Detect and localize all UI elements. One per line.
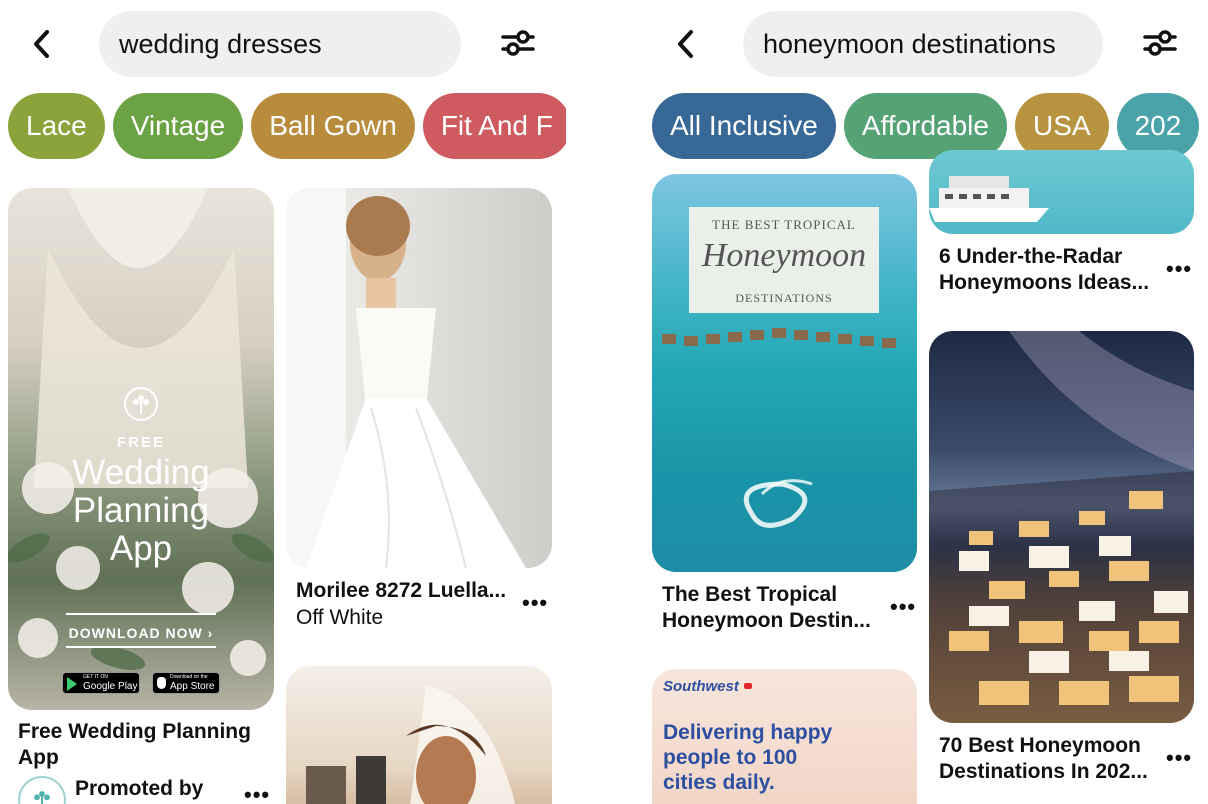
dress-photo bbox=[286, 188, 526, 568]
ad-free-label: FREE bbox=[116, 434, 165, 451]
honeymoon-panel: honeymoon destinations All Inclusive Aff… bbox=[640, 0, 1208, 804]
ship-pin-image[interactable] bbox=[929, 150, 1194, 234]
google-play-badge[interactable]: GET IT ON Google Play bbox=[62, 672, 140, 694]
filter-sliders-icon bbox=[1143, 30, 1177, 56]
chip-all-inclusive[interactable]: All Inclusive bbox=[652, 93, 836, 159]
back-button[interactable] bbox=[666, 24, 706, 64]
promoted-pin-image[interactable]: FREE Wedding Planning App DOWNLOAD NOW ›… bbox=[8, 188, 274, 710]
search-header: honeymoon destinations bbox=[640, 0, 1208, 90]
chip-fit-and-flare[interactable]: Fit And F bbox=[422, 93, 566, 159]
pin-title[interactable]: 70 Best Honeymoon bbox=[939, 733, 1141, 759]
southwest-pin-image[interactable]: Southwest Delivering happy people to 100… bbox=[652, 669, 917, 804]
badge-label: Google Play bbox=[83, 681, 138, 692]
chip-label: Fit And F bbox=[440, 110, 553, 141]
apple-icon bbox=[157, 677, 166, 689]
divider bbox=[66, 646, 216, 648]
badge-label: App Store bbox=[170, 681, 215, 692]
chip-label: Affordable bbox=[861, 110, 989, 141]
chevron-left-icon bbox=[678, 30, 693, 58]
badge-small-text: GET IT ON bbox=[83, 674, 108, 680]
wedding-dresses-panel: wedding dresses Lace Vintage Ball Gown F… bbox=[0, 0, 566, 804]
bride-photo bbox=[306, 686, 516, 804]
promoted-by-label: Promoted by bbox=[75, 777, 204, 800]
chip-label: Vintage bbox=[130, 110, 226, 141]
more-icon[interactable]: ••• bbox=[1166, 745, 1192, 771]
back-button[interactable] bbox=[22, 24, 62, 64]
overlay-top-text: THE BEST TROPICAL bbox=[712, 217, 856, 232]
heart-icon bbox=[744, 683, 752, 689]
more-icon[interactable]: ••• bbox=[1166, 256, 1192, 282]
southwest-logo: Southwest bbox=[663, 678, 739, 695]
pin-subtitle: Off White bbox=[296, 606, 384, 629]
ad-cta: DOWNLOAD NOW › bbox=[68, 625, 214, 641]
ad-headline-2: Planning bbox=[72, 491, 210, 530]
pin-title[interactable]: Free Wedding Planning bbox=[18, 719, 251, 745]
more-icon[interactable]: ••• bbox=[522, 590, 548, 616]
chip-ball-gown[interactable]: Ball Gown bbox=[251, 93, 415, 159]
search-input[interactable]: honeymoon destinations bbox=[743, 11, 1103, 77]
title-overlay: THE BEST TROPICAL Honeymoon DESTINATIONS bbox=[689, 207, 879, 313]
tropical-pin-image[interactable]: THE BEST TROPICAL Honeymoon DESTINATIONS bbox=[652, 174, 917, 572]
santorini-pin-image[interactable] bbox=[929, 331, 1194, 723]
bride-pin-image[interactable] bbox=[286, 666, 552, 804]
divider bbox=[66, 613, 216, 615]
chip-label: Ball Gown bbox=[269, 110, 397, 141]
dress-pin-image[interactable] bbox=[286, 188, 552, 568]
chip-label: Lace bbox=[26, 110, 87, 141]
pin-title[interactable]: The Best Tropical bbox=[662, 582, 837, 608]
chevron-left-icon bbox=[34, 30, 49, 58]
pin-title-line2[interactable]: App bbox=[18, 745, 59, 771]
overlay-bottom-text: DESTINATIONS bbox=[735, 291, 833, 305]
more-icon[interactable]: ••• bbox=[890, 594, 916, 620]
filter-button[interactable] bbox=[1139, 22, 1181, 64]
filter-chips: Lace Vintage Ball Gown Fit And F bbox=[8, 93, 566, 159]
chip-label: 202 bbox=[1134, 110, 1182, 141]
pin-title[interactable]: 6 Under-the-Radar bbox=[939, 244, 1122, 270]
filter-button[interactable] bbox=[497, 22, 539, 64]
pin-title[interactable]: Morilee 8272 Luella... bbox=[296, 578, 506, 604]
ad-headline-1: Wedding bbox=[72, 453, 210, 492]
search-query: wedding dresses bbox=[119, 28, 322, 59]
overlay-script-text: Honeymoon bbox=[701, 237, 867, 274]
pin-title-line2[interactable]: Honeymoons Ideas... bbox=[939, 270, 1149, 296]
chip-label: USA bbox=[1032, 110, 1091, 141]
ad-headline-3: App bbox=[109, 529, 173, 568]
chip-vintage[interactable]: Vintage bbox=[112, 93, 244, 159]
heart-flower-icon bbox=[34, 791, 50, 804]
pin-title-line2[interactable]: Honeymoon Destin... bbox=[662, 608, 871, 634]
chip-label: All Inclusive bbox=[670, 110, 818, 141]
app-store-badge[interactable]: Download on the App Store bbox=[152, 672, 220, 694]
search-input[interactable]: wedding dresses bbox=[99, 11, 461, 77]
badge-small-text: Download on the bbox=[170, 674, 208, 680]
more-icon[interactable]: ••• bbox=[244, 782, 270, 804]
ad-headline-1: Delivering happy bbox=[663, 721, 833, 744]
santorini-photo bbox=[929, 331, 1194, 723]
filter-sliders-icon bbox=[501, 30, 535, 56]
pin-title-line2[interactable]: Destinations In 202... bbox=[939, 759, 1148, 785]
ship-photo bbox=[929, 176, 1049, 222]
ad-headline-3: cities daily. bbox=[663, 771, 775, 794]
ad-headline-2: people to 100 bbox=[663, 746, 798, 769]
google-play-icon bbox=[67, 677, 77, 691]
search-query: honeymoon destinations bbox=[763, 28, 1056, 59]
search-header: wedding dresses bbox=[0, 0, 566, 90]
chip-lace[interactable]: Lace bbox=[8, 93, 105, 159]
heart-flower-icon bbox=[124, 387, 158, 421]
advertiser-avatar[interactable] bbox=[18, 776, 66, 804]
